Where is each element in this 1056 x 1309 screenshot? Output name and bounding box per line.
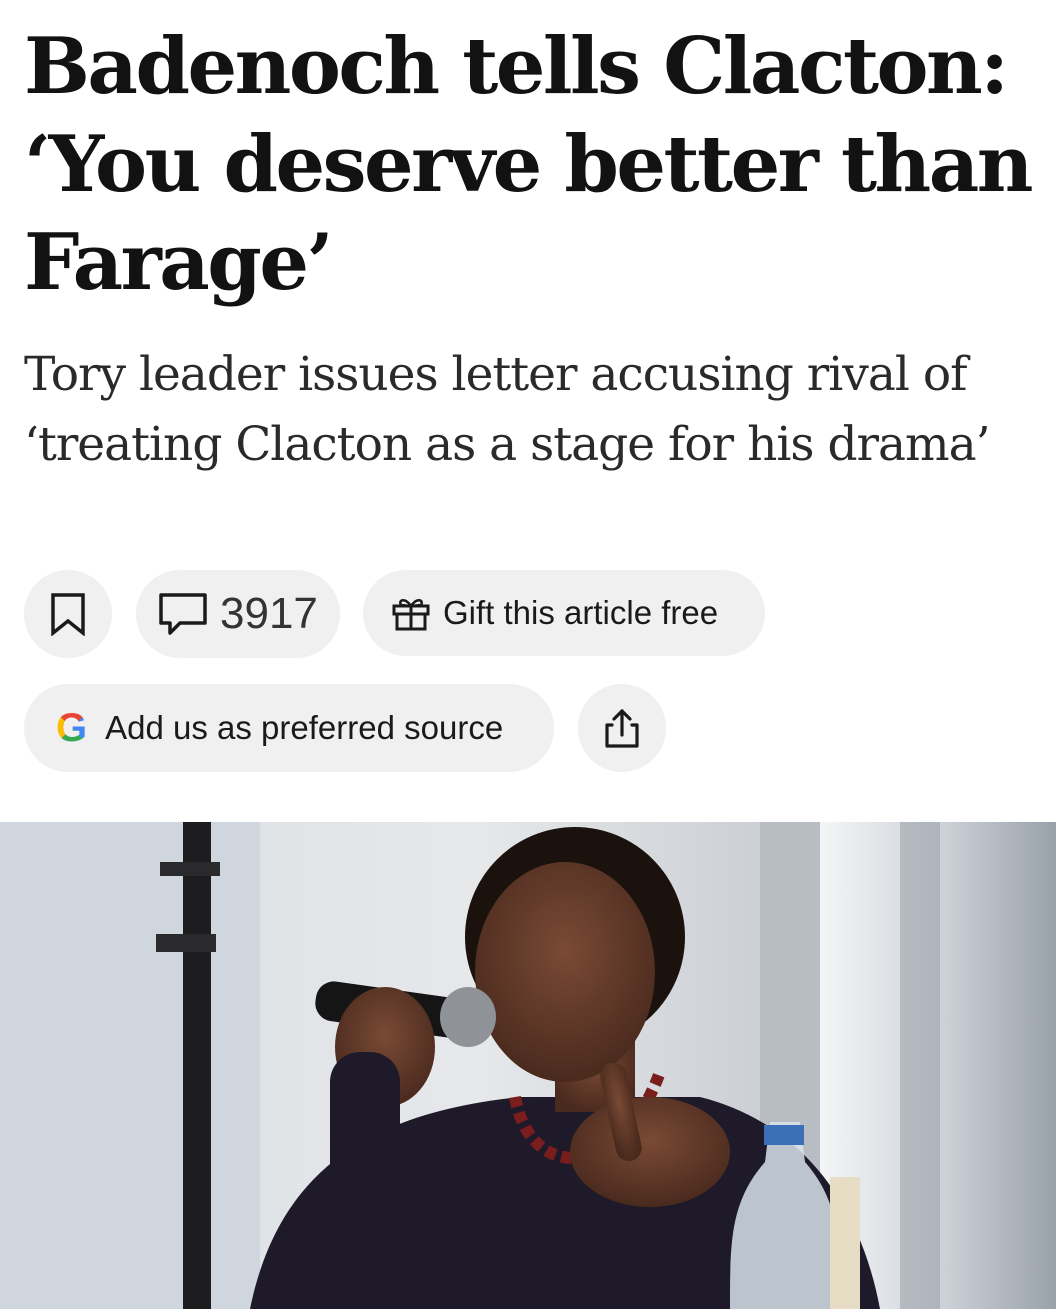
share-button[interactable] [578, 684, 666, 772]
article-header: Badenoch tells Clacton: ‘You deserve bet… [24, 18, 1034, 480]
gift-article-label: Gift this article free [443, 594, 719, 631]
share-icon [605, 709, 639, 748]
gift-article-button[interactable]: Gift this article free [363, 570, 765, 656]
gift-icon [392, 599, 430, 631]
bookmark-icon [51, 593, 85, 636]
preferred-source-button[interactable]: G Add us as preferred source [24, 684, 554, 772]
preferred-source-label: Add us as preferred source [105, 709, 504, 746]
hero-photo [0, 822, 1056, 1309]
google-g-icon: G [56, 706, 88, 750]
bookmark-button[interactable] [24, 570, 112, 658]
article-standfirst: Tory leader issues letter accusing rival… [24, 347, 991, 472]
comments-button[interactable]: 3917 [136, 570, 340, 658]
comment-count: 3917 [220, 589, 318, 638]
article-headline: Badenoch tells Clacton: ‘You deserve bet… [24, 21, 1033, 308]
speech-bubble-icon [159, 593, 207, 635]
